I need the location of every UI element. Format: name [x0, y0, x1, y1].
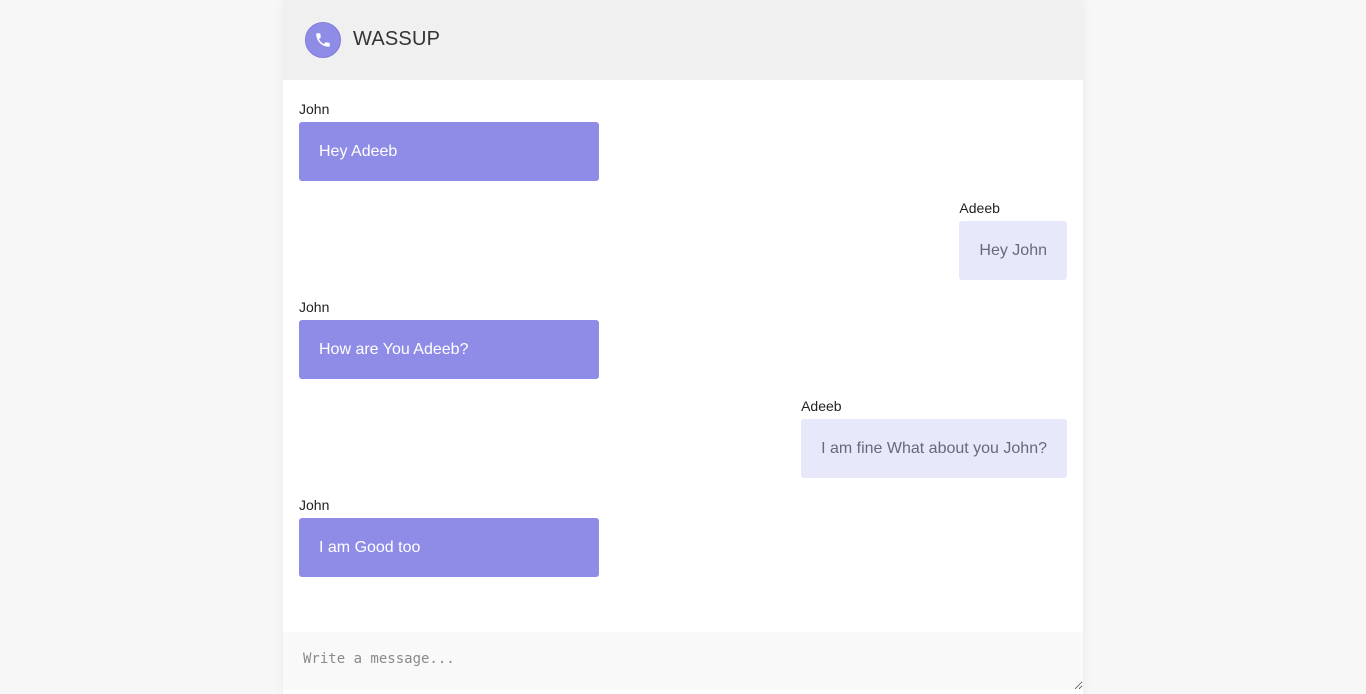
message-bubble: I am fine What about you John? [801, 419, 1067, 478]
message-bubble: How are You Adeeb? [299, 320, 599, 379]
app-title: WASSUP [353, 28, 441, 50]
message-spacer [283, 580, 1083, 632]
message-item: John I am Good too [299, 496, 599, 577]
message-bubble: Hey John [959, 221, 1067, 280]
message-item: John How are You Adeeb? [299, 298, 599, 379]
message-list[interactable]: John Hey Adeeb Adeeb Hey John John How a… [283, 80, 1083, 580]
message-item: Adeeb Hey John [959, 199, 1067, 280]
message-input[interactable] [283, 632, 1083, 690]
message-sender: John [299, 299, 330, 315]
message-sender: John [299, 497, 330, 513]
message-sender: John [299, 101, 330, 117]
phone-icon[interactable] [305, 22, 341, 58]
message-item: Adeeb I am fine What about you John? [801, 397, 1067, 478]
chat-window: WASSUP John Hey Adeeb Adeeb Hey John Joh… [283, 0, 1083, 694]
message-sender: Adeeb [801, 398, 842, 414]
message-bubble: Hey Adeeb [299, 122, 599, 181]
message-sender: Adeeb [959, 200, 1000, 216]
message-bubble: I am Good too [299, 518, 599, 577]
message-item: John Hey Adeeb [299, 100, 599, 181]
chat-header: WASSUP [283, 0, 1083, 80]
